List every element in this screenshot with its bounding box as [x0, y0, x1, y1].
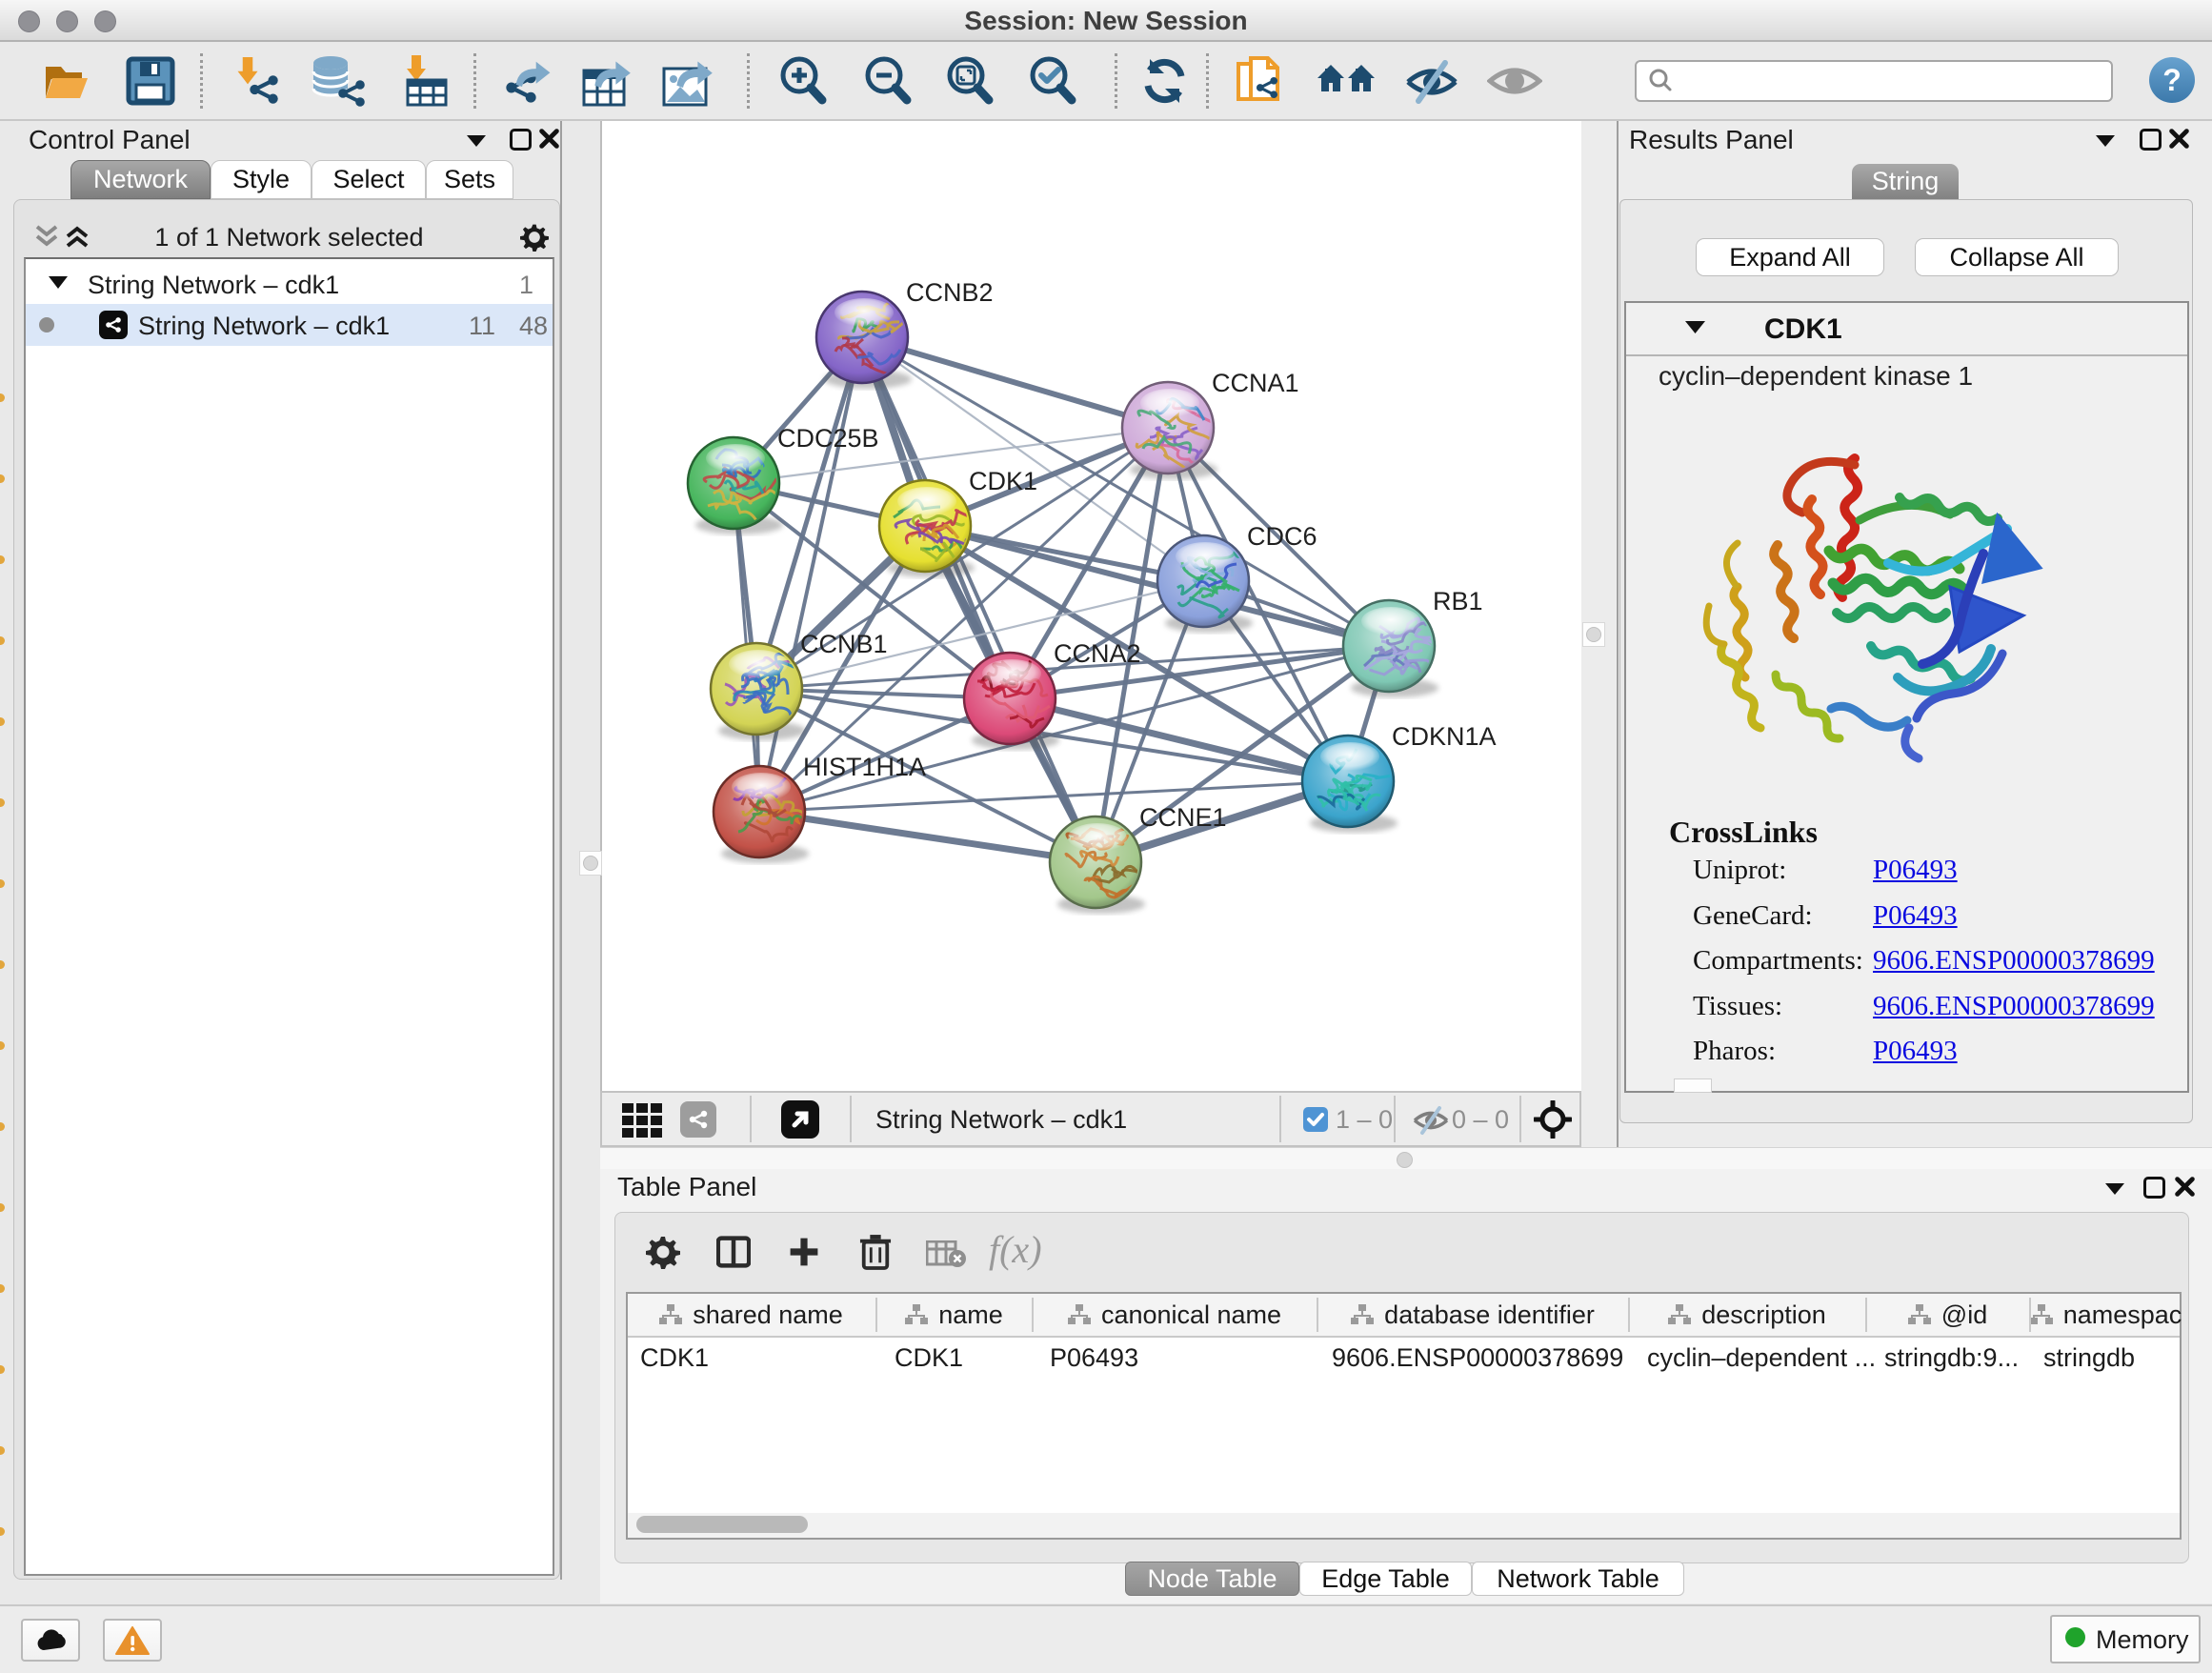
svg-text:CDKN1A: CDKN1A — [1392, 722, 1497, 751]
svg-text:CCNE1: CCNE1 — [1139, 803, 1227, 832]
svg-text:CDK1: CDK1 — [969, 467, 1037, 495]
svg-text:CCNB1: CCNB1 — [800, 630, 888, 658]
svg-text:HIST1H1A: HIST1H1A — [803, 753, 926, 781]
svg-text:RB1: RB1 — [1433, 587, 1483, 615]
svg-text:CCNB2: CCNB2 — [906, 278, 994, 307]
svg-text:CCNA2: CCNA2 — [1054, 639, 1141, 668]
svg-text:CCNA1: CCNA1 — [1212, 369, 1299, 397]
svg-text:CDC6: CDC6 — [1247, 522, 1317, 551]
svg-text:CDC25B: CDC25B — [777, 424, 879, 453]
